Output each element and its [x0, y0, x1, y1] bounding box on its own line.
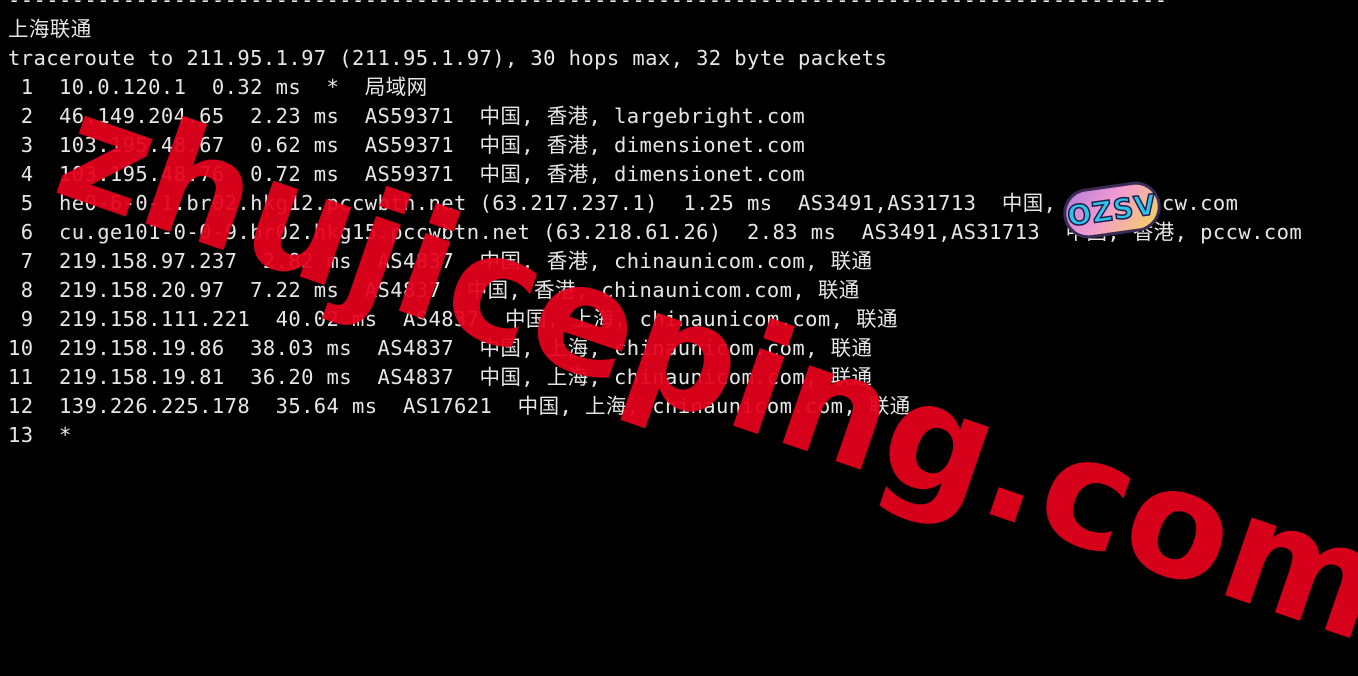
- hop-line: 12 139.226.225.178 35.64 ms AS17621 中国, …: [8, 394, 911, 418]
- hop-line: 13 *: [8, 423, 72, 447]
- section-title: 上海联通: [8, 17, 92, 41]
- logo-text: OZSV: [1064, 187, 1159, 234]
- hop-line: 4 103.195.48.76 0.72 ms AS59371 中国, 香港, …: [8, 162, 806, 186]
- traceroute-header: traceroute to 211.95.1.97 (211.95.1.97),…: [8, 46, 888, 70]
- hop-line: 3 103.195.48.67 0.62 ms AS59371 中国, 香港, …: [8, 133, 806, 157]
- hop-line: 10 219.158.19.86 38.03 ms AS4837 中国, 上海,…: [8, 336, 873, 360]
- hop-line: 7 219.158.97.237 2.82 ms AS4837 中国, 香港, …: [8, 249, 873, 273]
- hop-line: 9 219.158.111.221 40.02 ms AS4837 中国, 上海…: [8, 307, 898, 331]
- terminal-output: ----------------------------------------…: [8, 0, 1356, 450]
- hop-line: 11 219.158.19.81 36.20 ms AS4837 中国, 上海,…: [8, 365, 873, 389]
- hop-line: 8 219.158.20.97 7.22 ms AS4837 中国, 香港, c…: [8, 278, 860, 302]
- separator-line: ----------------------------------------…: [8, 0, 1168, 12]
- hop-line: 6 cu.ge101-0-0-9.br02.hkg15.pccwbtn.net …: [8, 220, 1303, 244]
- hop-line: 1 10.0.120.1 0.32 ms * 局域网: [8, 75, 428, 99]
- hop-line: 2 46.149.204.65 2.23 ms AS59371 中国, 香港, …: [8, 104, 806, 128]
